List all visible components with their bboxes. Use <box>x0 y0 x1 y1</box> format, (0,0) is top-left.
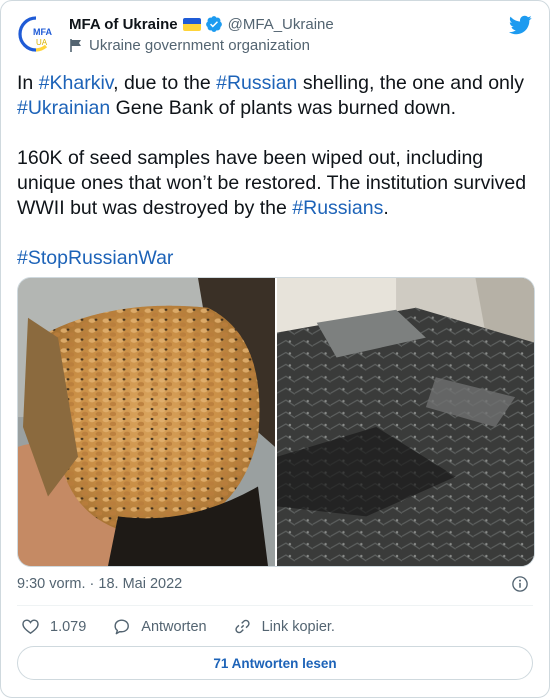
verified-badge-icon <box>205 16 222 32</box>
info-icon[interactable] <box>511 575 529 593</box>
flag-icon <box>70 39 81 52</box>
ukraine-flag-icon <box>182 17 201 31</box>
twitter-bird-icon[interactable] <box>508 13 532 37</box>
text-segment: . <box>383 197 389 219</box>
tweet-card: MFA UA MFA of Ukraine @MFA_Ukraine Ukrai… <box>0 0 550 698</box>
text-segment: In <box>17 72 39 94</box>
hashtag-ukrainian[interactable]: #Ukrainian <box>17 97 110 119</box>
text-segment: shelling, the one and only <box>297 72 524 94</box>
handle[interactable]: @MFA_Ukraine <box>228 16 334 33</box>
hashtag-russians[interactable]: #Russians <box>292 197 383 219</box>
reply-button[interactable]: Antworten <box>112 617 207 636</box>
avatar-text-bottom: UA <box>36 38 48 47</box>
burned-building-photo[interactable] <box>277 278 534 566</box>
affiliation-row: Ukraine government organization <box>69 37 310 54</box>
seeds-photo[interactable] <box>18 278 275 566</box>
hashtag-russian[interactable]: #Russian <box>216 72 297 94</box>
tweet-paragraph-2: 160K of seed samples have been wiped out… <box>17 146 527 221</box>
tweet-text: In #Kharkiv, due to the #Russian shellin… <box>17 71 527 296</box>
tweet-timestamp[interactable]: 9:30 vorm. · 18. Mai 2022 <box>17 576 182 592</box>
copy-link-label: Link kopier. <box>261 618 335 635</box>
avatar[interactable]: MFA UA <box>16 13 58 55</box>
display-name[interactable]: MFA of Ukraine <box>69 16 178 33</box>
hashtag-kharkiv[interactable]: #Kharkiv <box>39 72 113 94</box>
comment-icon <box>114 619 130 635</box>
divider <box>17 605 533 606</box>
author-name-row: MFA of Ukraine @MFA_Ukraine <box>69 15 334 33</box>
text-segment: Gene Bank of plants was burned down. <box>110 97 457 119</box>
like-button[interactable]: 1.079 <box>21 617 86 636</box>
heart-icon <box>22 619 39 635</box>
tweet-media <box>17 277 535 567</box>
avatar-text-top: MFA <box>33 27 52 37</box>
tweet-paragraph-3: #StopRussianWar <box>17 246 527 271</box>
tweet-actions: 1.079 Antworten Link kopier. <box>21 617 361 636</box>
copy-link-button[interactable]: Link kopier. <box>233 617 335 636</box>
tweet-paragraph-1: In #Kharkiv, due to the #Russian shellin… <box>17 71 527 121</box>
like-count: 1.079 <box>50 618 87 635</box>
reply-label: Antworten <box>141 618 207 635</box>
hashtag-stoprussianwar[interactable]: #StopRussianWar <box>17 247 173 269</box>
text-segment: , due to the <box>113 72 217 94</box>
text-segment: 160K of seed samples have been wiped out… <box>17 147 527 219</box>
read-replies-button[interactable]: 71 Antworten lesen <box>17 646 533 680</box>
affiliation-label: Ukraine government organization <box>89 37 310 54</box>
link-icon <box>234 619 250 634</box>
